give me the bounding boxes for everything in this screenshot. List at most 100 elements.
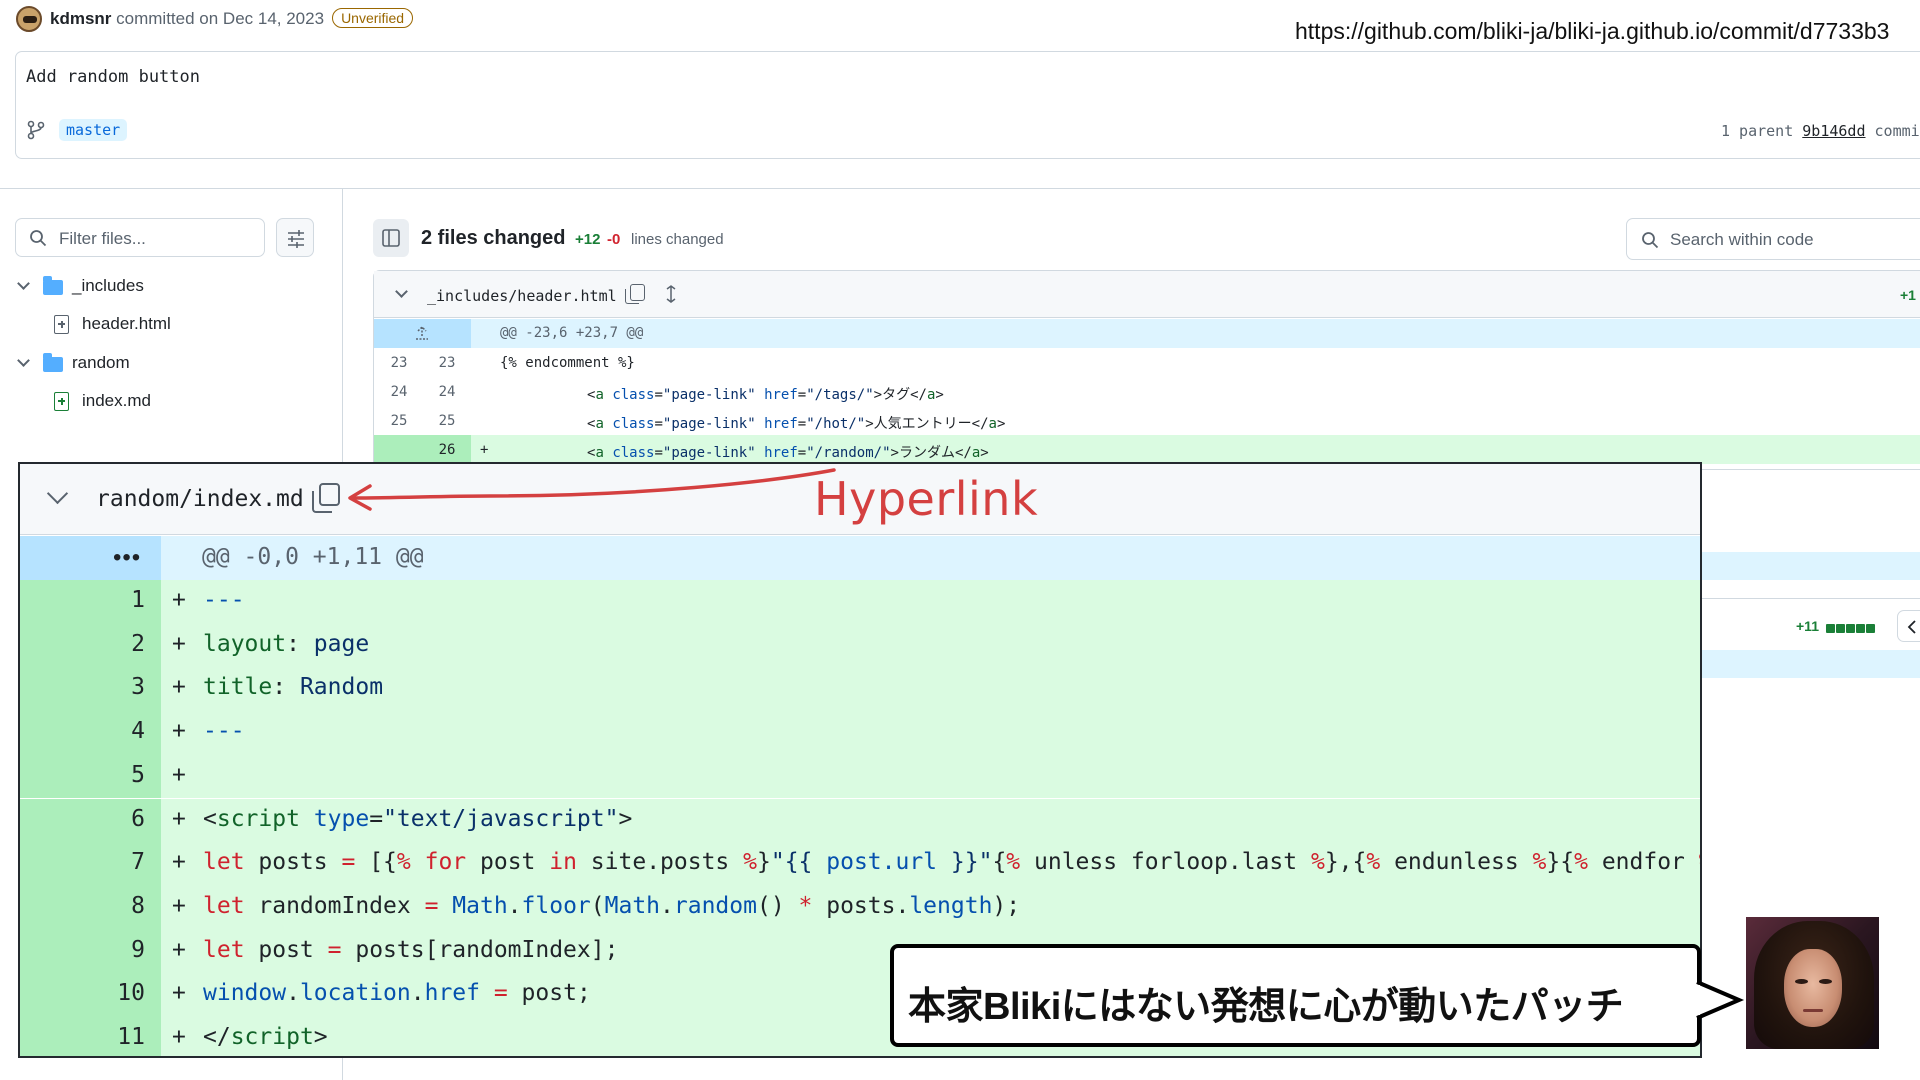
parent-label: 1 parent <box>1721 122 1794 140</box>
folder-icon <box>43 353 63 372</box>
zoom-diff-line: 6 + <script type="text/javascript"> <box>20 798 1700 843</box>
author-avatar[interactable] <box>16 6 42 32</box>
speaker-photo <box>1746 917 1879 1049</box>
commit-url: https://github.com/bliki-ja/bliki-ja.git… <box>1295 18 1890 44</box>
collapse-button[interactable] <box>1897 610 1920 642</box>
hyperlink-annotation: Hyperlink <box>814 472 1039 526</box>
filter-files-input[interactable]: Filter files... <box>15 218 265 257</box>
code-line: <a class="page-link" href="/tags/">タグ</a… <box>587 387 944 403</box>
hunk-header-behind <box>1702 650 1920 678</box>
code-line: layout: page <box>203 630 370 657</box>
chevron-left-icon <box>1907 620 1916 634</box>
header-divider <box>0 188 1920 189</box>
diff-sign: + <box>172 892 186 919</box>
hunk-text: @@ -23,6 +23,7 @@ <box>500 325 644 341</box>
new-line-number[interactable]: 26 <box>422 442 472 458</box>
additions-count: +12 <box>575 231 601 248</box>
code-line: </script> <box>203 1024 328 1050</box>
diff-sign: + <box>480 442 489 458</box>
zoom-diff-line: 3 + title: Random <box>20 667 1700 712</box>
new-line-number[interactable]: 25 <box>422 413 472 429</box>
new-line-number[interactable]: 24 <box>422 384 472 400</box>
tree-label: header.html <box>82 314 171 333</box>
line-number[interactable]: 9 <box>20 937 145 963</box>
tree-label: random <box>72 353 130 372</box>
chevron-down-icon <box>17 277 30 290</box>
zoom-diff-line: 4 + --- <box>20 711 1700 755</box>
diff-sign: + <box>172 980 186 1007</box>
line-number[interactable]: 4 <box>20 718 145 744</box>
diff-line: 23 23 {% endcomment %} <box>374 348 1920 377</box>
line-number[interactable]: 8 <box>20 893 145 919</box>
code-line: --- <box>203 718 245 745</box>
diff-sign: + <box>172 1024 186 1050</box>
copy-icon[interactable] <box>625 284 645 304</box>
line-number[interactable]: 11 <box>20 1024 145 1050</box>
expand-all-icon[interactable] <box>661 284 681 304</box>
file-added-icon <box>54 392 69 411</box>
diff-stat: +1 <box>1900 287 1916 303</box>
diff-sign: + <box>172 587 186 613</box>
filter-options-button[interactable] <box>276 218 314 257</box>
unverified-badge[interactable]: Unverified <box>332 8 414 28</box>
zoom-diff-line: 2 + layout: page <box>20 623 1700 668</box>
lines-changed-label: lines changed <box>631 231 724 248</box>
code-line: let post = posts[randomIndex]; <box>203 936 619 963</box>
code-line: let posts = [{% for post in site.posts %… <box>203 849 1700 876</box>
zoom-diff-line: 5 + <box>20 754 1700 799</box>
diff-sign: + <box>172 630 186 657</box>
line-number[interactable]: 3 <box>20 674 145 700</box>
parent-sha-link[interactable]: 9b146dd <box>1802 122 1865 140</box>
line-number[interactable]: 1 <box>20 587 145 613</box>
diff-sign: + <box>172 718 186 745</box>
line-number[interactable]: 2 <box>20 631 145 657</box>
diff-line-added: 26 + <a class="page-link" href="/random/… <box>374 435 1920 464</box>
deletions-count: -0 <box>607 231 621 248</box>
old-line-number[interactable]: 25 <box>374 413 424 429</box>
divider <box>1702 598 1920 599</box>
diff-sign: + <box>172 936 186 963</box>
code-line: <script type="text/javascript"> <box>203 805 633 832</box>
speech-bubble-tail <box>1695 980 1745 1020</box>
diff-sign: + <box>172 674 186 701</box>
line-number[interactable]: 10 <box>20 980 145 1006</box>
code-line: {% endcomment %} <box>500 355 635 371</box>
search-code-placeholder: Search within code <box>1670 230 1814 249</box>
file-modified-icon <box>54 315 69 334</box>
diff-filename[interactable]: _includes/header.html <box>427 287 617 305</box>
commit-label: commit <box>1874 122 1920 140</box>
code-line: window.location.href = post; <box>203 980 591 1007</box>
commit-box <box>15 51 1920 159</box>
old-line-number[interactable]: 24 <box>374 384 424 400</box>
commit-author-line: kdmsnr committed on Dec 14, 2023 Unverifi… <box>50 8 414 29</box>
zoom-filename[interactable]: random/index.md <box>96 486 304 512</box>
line-number[interactable]: 6 <box>20 806 145 832</box>
expand-dots-icon[interactable]: ••• <box>113 544 141 572</box>
filter-placeholder: Filter files... <box>59 229 146 248</box>
line-number[interactable]: 5 <box>20 762 145 788</box>
branch-label[interactable]: master <box>59 119 128 141</box>
diff-line: 25 25 <a class="page-link" href="/hot/">人… <box>374 406 1920 435</box>
diff-sign: + <box>172 805 186 832</box>
expand-up-icon[interactable] <box>412 324 432 342</box>
new-line-number[interactable]: 23 <box>422 355 472 371</box>
line-number[interactable]: 7 <box>20 849 145 875</box>
diff-line: 24 24 <a class="page-link" href="/tags/">… <box>374 377 1920 406</box>
old-line-number[interactable]: 23 <box>374 355 424 371</box>
speech-bubble: 本家Blikiにはない発想に心が動いたパッチ <box>890 944 1701 1047</box>
author-name[interactable]: kdmsnr <box>50 9 111 28</box>
commit-message: Add random button <box>26 67 200 87</box>
diff-sign: + <box>172 849 186 876</box>
code-line: let randomIndex = Math.floor(Math.random… <box>203 892 1021 919</box>
search-within-code-input[interactable]: Search within code <box>1626 218 1920 260</box>
zoom-diff-line: 8 + let randomIndex = Math.floor(Math.rand… <box>20 885 1700 930</box>
code-line: <a class="page-link" href="/random/">ランダ… <box>587 445 989 461</box>
sidebar-collapse-icon <box>382 229 400 247</box>
zoom-diff-line: 7 + let posts = [{% for post in site.posts… <box>20 842 1700 886</box>
diff-stat-bars <box>1826 620 1876 638</box>
committed-date: committed on Dec 14, 2023 <box>116 9 325 28</box>
code-line: title: Random <box>203 674 384 701</box>
toggle-file-tree-button[interactable] <box>373 219 409 257</box>
copy-icon[interactable] <box>312 483 340 513</box>
tree-label: _includes <box>72 276 144 295</box>
